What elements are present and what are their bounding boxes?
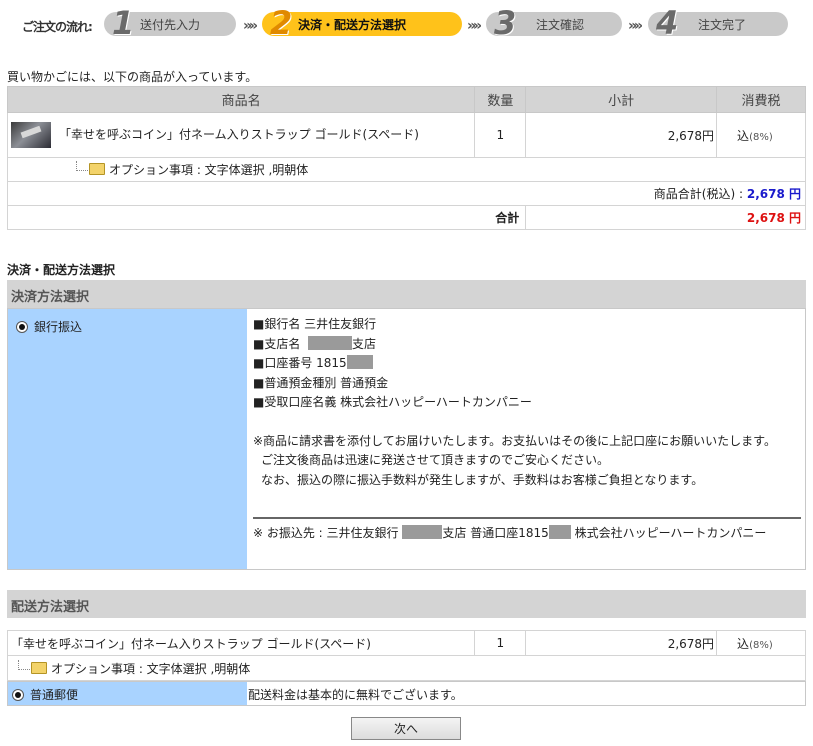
tax-included-label: 込 [737, 636, 750, 651]
step-3-order-confirm: 3 注文確認 [486, 4, 622, 42]
table-row: 「幸せを呼ぶコイン」付ネーム入りストラップ ゴールド(スペード) 1 2,678… [6, 112, 806, 158]
bank-details: ■銀行名 三井住友銀行 ■支店名 支店 ■口座番号 1815 ■普通預金種別 普… [253, 315, 803, 490]
product-subtotal: 2,678円 [525, 112, 718, 158]
step-label: 注文確認 [536, 18, 585, 32]
bank-transfer-option[interactable]: 銀行振込 [16, 318, 82, 335]
step-4-order-complete: 4 注文完了 [648, 4, 788, 42]
tree-branch-icon [18, 659, 30, 670]
order-flow-steps: ご注文の流れ: 1 送付先入力 »» 2 決済・配送方法選択 »» 3 注文確認… [0, 4, 813, 42]
step-1-shipping-address: 1 送付先入力 [104, 4, 236, 42]
product-qty: 1 [474, 112, 527, 158]
shipping-item-option: オプション事項 : 文字体選択 ,明朝体 [51, 661, 251, 676]
col-header-qty: 数量 [474, 86, 527, 113]
redacted-block [346, 355, 373, 369]
total-value: 2,678 円 [525, 205, 806, 230]
step-number: 3 [494, 4, 517, 42]
step-arrow-icon: »» [628, 18, 643, 34]
order-flow-label: ご注文の流れ: [22, 20, 93, 34]
tree-branch-icon [76, 161, 88, 171]
shipping-item-name: 「幸せを呼ぶコイン」付ネーム入りストラップ ゴールド(スペード) [6, 630, 476, 656]
step-arrow-icon: »» [467, 18, 482, 34]
table-row: オプション事項 : 文字体選択 ,明朝体 [7, 655, 806, 681]
folder-icon [89, 163, 105, 175]
step-label: 決済・配送方法選択 [298, 18, 407, 32]
step-label: 送付先入力 [140, 18, 201, 32]
account-holder: ■受取口座名義 株式会社ハッピーハートカンパニー [253, 395, 532, 409]
section-title: 決済・配送方法選択 [7, 263, 116, 277]
next-button[interactable]: 次へ [351, 717, 461, 740]
postal-mail-label: 普通郵便 [30, 688, 79, 702]
table-row: 「幸せを呼ぶコイン」付ネーム入りストラップ ゴールド(スペード) 1 2,678… [6, 630, 806, 656]
divider [253, 517, 801, 519]
radio-selected-icon[interactable] [16, 321, 28, 333]
step-2-payment-shipping: 2 決済・配送方法選択 [262, 4, 462, 42]
shipping-items-table: 「幸せを呼ぶコイン」付ネーム入りストラップ ゴールド(スペード) 1 2,678… [6, 630, 806, 681]
step-arrow-icon: »» [243, 18, 258, 34]
bank-transfer-label: 銀行振込 [34, 320, 83, 334]
payment-notice: ※商品に請求書を添付してお届けいたします。お支払いはその後に上記口座にお願いいた… [253, 433, 776, 448]
col-header-product: 商品名 [6, 86, 476, 113]
shipping-method-row: 普通郵便 配送料金は基本的に無料でございます。 [7, 681, 806, 706]
postal-mail-option[interactable]: 普通郵便 [8, 682, 247, 705]
product-thumbnail [11, 122, 51, 148]
product-name: 「幸せを呼ぶコイン」付ネーム入りストラップ ゴールド(スペード) [59, 127, 419, 142]
table-row: オプション事項 : 文字体選択 ,明朝体 [7, 157, 806, 182]
branch-suffix: 支店 [351, 336, 376, 351]
col-header-subtotal: 小計 [525, 86, 718, 113]
cart-intro-text: 買い物かごには、以下の商品が入っています。 [7, 70, 258, 84]
shipping-fee-note: 配送料金は基本的に無料でございます。 [248, 688, 463, 702]
bank-name: ■銀行名 三井住友銀行 [253, 317, 377, 331]
redacted-block [402, 525, 443, 539]
step-number: 1 [112, 4, 135, 42]
payment-notice: なお、振込の際に振込手数料が発生しますが、手数料はお客様ご負担となります。 [261, 472, 704, 487]
transfer-prefix: ※ お振込先 : 三井住友銀行 [253, 526, 399, 540]
step-number: 4 [656, 4, 679, 42]
payment-method-header: 決済方法選択 [7, 280, 806, 308]
col-header-tax: 消費税 [716, 86, 806, 113]
folder-icon [31, 661, 47, 674]
redacted-block [548, 525, 571, 539]
account-number: ■口座番号 1815 [253, 356, 347, 370]
redacted-block [307, 335, 352, 350]
table-row: 合計 2,678 円 [6, 205, 806, 230]
tax-rate: (8%) [749, 131, 773, 143]
goods-total-value: 2,678 円 [746, 187, 801, 201]
transfer-suffix: 株式会社ハッピーハートカンパニー [574, 526, 767, 540]
product-option: オプション事項 : 文字体選択 ,明朝体 [109, 163, 309, 177]
branch-label: ■支店名 [253, 336, 301, 351]
payment-notice: ご注文後商品は迅速に発送させて頂きますのでご安心ください。 [261, 453, 610, 467]
table-row: 商品合計(税込) : 2,678 円 [7, 181, 806, 206]
total-label: 合計 [6, 205, 527, 230]
deposit-type: ■普通預金種別 普通預金 [253, 375, 389, 390]
payment-option-cell[interactable]: 銀行振込 [8, 309, 247, 569]
step-number: 2 [270, 4, 293, 42]
tax-rate: (8%) [749, 639, 773, 651]
shipping-item-qty: 1 [474, 630, 527, 656]
transfer-destination: ※ お振込先 : 三井住友銀行 支店 普通口座1815 株式会社ハッピーハートカ… [253, 523, 803, 543]
transfer-mid: 支店 普通口座1815 [442, 526, 549, 540]
cart-table: 商品名 数量 小計 消費税 「幸せを呼ぶコイン」付ネーム入りストラップ ゴールド… [6, 86, 806, 230]
goods-total-label: 商品合計(税込) : [653, 187, 744, 201]
radio-selected-icon[interactable] [12, 689, 24, 701]
shipping-item-subtotal: 2,678円 [525, 630, 718, 656]
shipping-method-header: 配送方法選択 [7, 590, 806, 618]
step-label: 注文完了 [698, 18, 747, 32]
payment-method-panel: 銀行振込 ■銀行名 三井住友銀行 ■支店名 支店 ■口座番号 1815 ■普通預… [7, 308, 806, 570]
tax-included-label: 込 [737, 128, 750, 143]
